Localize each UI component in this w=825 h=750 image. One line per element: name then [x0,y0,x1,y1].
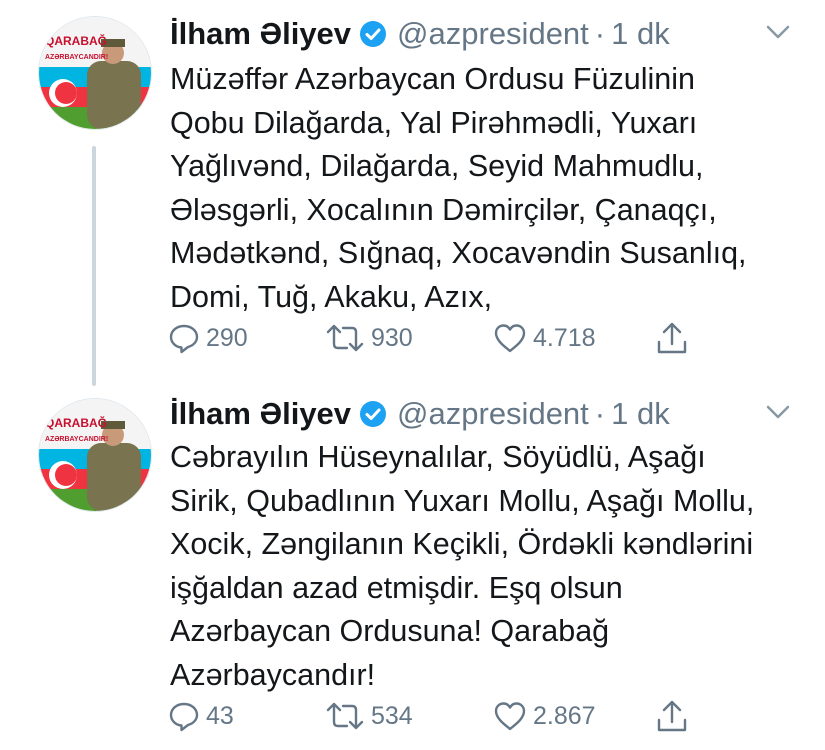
tweet-actions: 290 930 4.718 [168,318,728,358]
reply-icon [169,324,199,354]
reply-count: 43 [206,701,234,730]
like-icon [494,702,526,731]
retweet-button[interactable]: 930 [325,318,413,358]
share-icon [657,700,687,732]
retweet-count: 534 [371,701,413,730]
like-count: 4.718 [533,323,596,352]
caret-down-icon[interactable] [765,22,791,42]
tweet-header: İlham Əliyev @azpresident · 1 dk [170,10,770,58]
tweet-actions: 43 534 2.867 [168,696,728,736]
share-button[interactable] [655,318,695,358]
like-count: 2.867 [533,701,596,730]
tweet[interactable]: QARABAĞ AZƏRBAYCANDIR! İlham Əliyev @azp… [0,380,825,750]
tweet-text: Cəbrayılın Hüseynalılar, Söyüdlü, Aşağı … [170,440,755,692]
like-icon [494,324,526,353]
separator-dot: · [594,16,606,51]
avatar[interactable]: QARABAĞ AZƏRBAYCANDIR! [38,398,152,512]
retweet-button[interactable]: 534 [325,696,413,736]
caret-down-icon[interactable] [765,402,791,422]
like-button[interactable]: 4.718 [493,318,596,358]
retweet-icon [326,702,364,730]
like-button[interactable]: 2.867 [493,696,596,736]
reply-icon [169,702,199,732]
reply-button[interactable]: 43 [168,696,234,736]
author-handle[interactable]: @azpresident [397,396,589,432]
tweet-header: İlham Əliyev @azpresident · 1 dk [170,390,770,438]
reply-button[interactable]: 290 [168,318,248,358]
retweet-count: 930 [371,323,413,352]
tweet-text: Müzəffər Azərbaycan Ordusu Füzulinin Qob… [170,62,747,314]
share-icon [657,322,687,354]
avatar-text: QARABAĞ [45,33,107,48]
tweet-timestamp[interactable]: 1 dk [611,396,670,432]
svg-text:AZƏRBAYCANDIR!: AZƏRBAYCANDIR! [45,54,108,61]
separator-dot: · [594,396,606,431]
avatar-text: QARABAĞ [45,415,107,430]
author-name[interactable]: İlham Əliyev [170,16,351,52]
share-button[interactable] [655,696,695,736]
reply-count: 290 [206,323,248,352]
tweet[interactable]: QARABAĞ AZƏRBAYCANDIR! İlham Əliyev @azp… [0,0,825,380]
verified-badge-icon [359,400,387,428]
svg-text:AZƏRBAYCANDIR!: AZƏRBAYCANDIR! [45,436,108,443]
author-name[interactable]: İlham Əliyev [170,396,351,432]
retweet-icon [326,324,364,352]
avatar[interactable]: QARABAĞ AZƏRBAYCANDIR! [38,16,152,130]
tweet-timestamp[interactable]: 1 dk [611,16,670,52]
author-handle[interactable]: @azpresident [397,16,589,52]
verified-badge-icon [359,20,387,48]
